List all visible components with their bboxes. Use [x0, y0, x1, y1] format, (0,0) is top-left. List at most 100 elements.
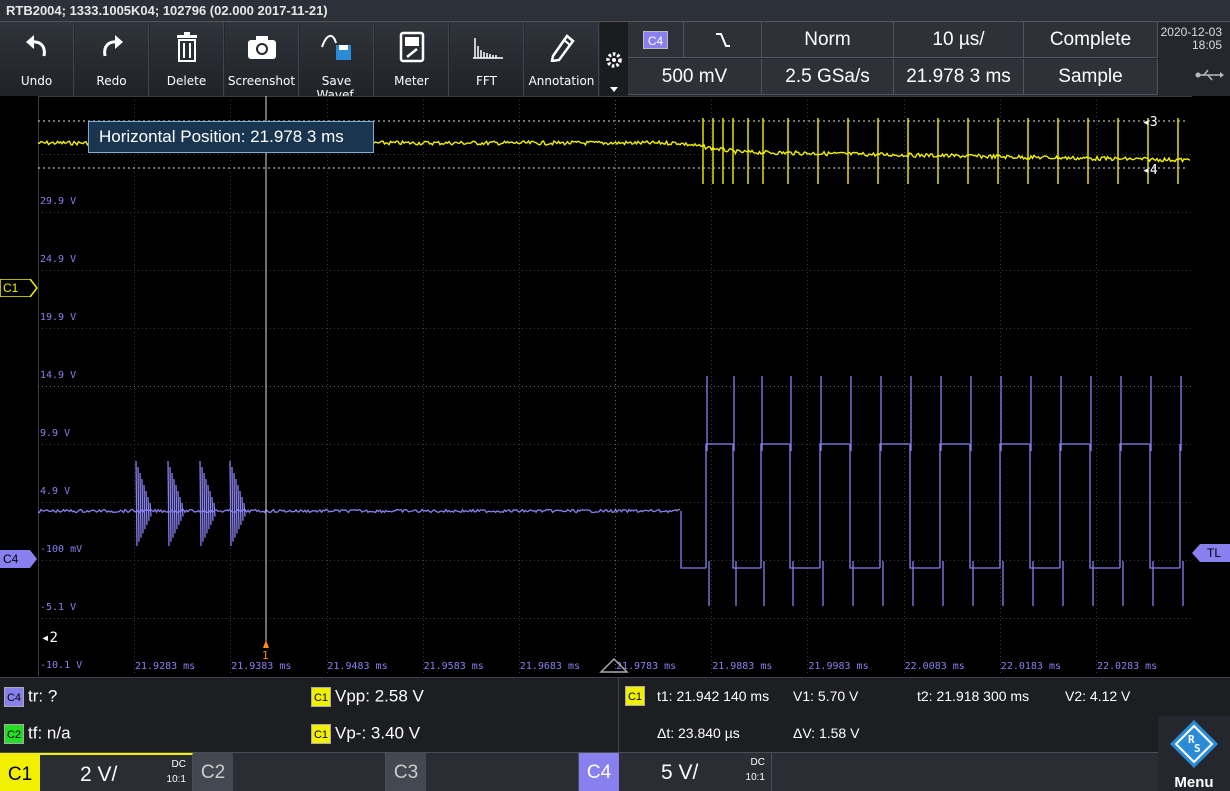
- redo-button[interactable]: Redo: [75, 22, 149, 96]
- svg-text:S: S: [1194, 742, 1201, 755]
- cursor1-label: 1: [262, 649, 269, 662]
- clock: 2020-12-03 18:05: [1158, 22, 1230, 96]
- m1-value: tr: ?: [28, 686, 58, 706]
- c4-coupling: DC: [750, 757, 765, 768]
- x-axis-label: 22.0083 ms: [905, 661, 965, 672]
- channel-c2-tab[interactable]: C2: [193, 753, 386, 791]
- cursor-v1: V1: 5.70 V: [793, 688, 859, 704]
- y-axis-label: 14.9 V: [40, 370, 76, 381]
- undo-label: Undo: [20, 74, 53, 88]
- y-axis-label: 4.9 V: [40, 486, 70, 497]
- x-axis-label: 21.9283 ms: [135, 661, 195, 672]
- measurement-vpminus[interactable]: C1 Vp-: 3.40 V: [311, 723, 420, 744]
- measurement-fall-time[interactable]: C2 tf: n/a: [4, 723, 71, 744]
- y-axis-label: 24.9 V: [40, 254, 76, 265]
- horizontal-position-tooltip: Horizontal Position: 21.978 3 ms: [88, 121, 374, 153]
- y-axis-label: 19.9 V: [40, 312, 76, 323]
- c1-coupling-block: DC 10:1: [167, 757, 186, 787]
- acquisition-mode[interactable]: Sample: [1024, 59, 1158, 95]
- save-waveform-button[interactable]: Save Wavef.: [300, 22, 374, 102]
- delete-label: Delete: [166, 74, 207, 88]
- c4-marker-label: C4: [3, 552, 19, 566]
- c4-name: C4: [579, 753, 619, 791]
- c3-name: C3: [386, 753, 426, 791]
- delete-button[interactable]: Delete: [150, 22, 224, 96]
- channel-c4-tab[interactable]: C4 5 V/ DC 10:1: [579, 753, 772, 791]
- cursor-delta-t: Δt: 23.840 µs: [657, 725, 740, 741]
- trigger-level[interactable]: 500 mV: [628, 59, 762, 95]
- trigger-slope[interactable]: [684, 22, 762, 58]
- waveform-display[interactable]: 29.9 V 24.9 V 19.9 V 14.9 V 9.9 V 4.9 V -100 m…: [37, 96, 1193, 677]
- m4-value: Vp-: 3.40 V: [335, 723, 421, 743]
- c1-probe: 10:1: [166, 774, 186, 785]
- meter-label: Meter: [394, 74, 429, 88]
- c1-marker-label: C1: [3, 281, 19, 295]
- annotation-label: Annotation: [528, 74, 595, 88]
- c4-scale: 5 V/: [661, 761, 699, 784]
- rohde-schwarz-logo: R S: [1170, 720, 1218, 768]
- c4-coupling-block: DC 10:1: [746, 755, 765, 785]
- y-axis-label: 9.9 V: [40, 428, 70, 439]
- acquisition-state[interactable]: Complete: [1024, 22, 1158, 58]
- cursor-t1: t1: 21.942 140 ms: [657, 688, 770, 704]
- trigger-source[interactable]: C4: [628, 22, 684, 58]
- y-axis-label: -10.1 V: [40, 660, 82, 671]
- cursor4-label: ◂4: [1142, 163, 1158, 178]
- trigger-mode[interactable]: Norm: [762, 22, 894, 58]
- trigger-source-badge: C4: [642, 30, 669, 49]
- camera-icon: [225, 30, 298, 64]
- c2-name: C2: [193, 753, 233, 791]
- measurement-rise-time[interactable]: C4 tr: ?: [4, 686, 57, 707]
- usb-icon: [1195, 69, 1224, 81]
- menu-button[interactable]: R S Menu: [1158, 716, 1230, 791]
- c1-offset-marker[interactable]: C1: [0, 279, 38, 297]
- channel-bar: C1 2 V/ DC 10:1 C2 C3 C4 5 V/ DC 10:1: [0, 752, 1230, 791]
- channel-c3-tab[interactable]: C3: [386, 753, 579, 791]
- y-axis-label: -100 mV: [40, 544, 82, 555]
- screenshot-button[interactable]: Screenshot: [225, 22, 299, 96]
- x-axis-label: 21.9383 ms: [231, 661, 291, 672]
- sample-rate[interactable]: 2.5 GSa/s: [762, 59, 894, 95]
- undo-icon: [0, 30, 73, 64]
- m2-value: tf: n/a: [28, 723, 71, 743]
- x-axis-label: 22.0283 ms: [1097, 661, 1157, 672]
- m4-channel-tag: C1: [311, 723, 331, 744]
- gear-icon: [606, 52, 622, 92]
- cursor2-label: ◂2: [41, 630, 58, 646]
- c4-offset-marker[interactable]: C4: [0, 550, 38, 568]
- x-axis-label: 21.9583 ms: [424, 661, 484, 672]
- fft-label: FFT: [476, 74, 497, 88]
- settings-button[interactable]: [600, 22, 628, 96]
- redo-icon: [75, 30, 148, 64]
- falling-edge-icon: [715, 32, 730, 47]
- time-scale[interactable]: 10 µs/: [894, 22, 1024, 58]
- fft-button[interactable]: FFT: [450, 22, 524, 96]
- cursor-t2: t2: 21.918 300 ms: [917, 688, 1030, 704]
- y-axis-label: 29.9 V: [40, 196, 76, 207]
- trigger-level-marker[interactable]: TL: [1192, 544, 1230, 562]
- save-waveform-icon: [300, 30, 373, 64]
- instrument-title: RTB2004; 1333.1005K04; 102796 (02.000 20…: [6, 3, 328, 18]
- m3-value: Vpp: 2.58 V: [335, 686, 424, 706]
- cursor-delta-v: ΔV: 1.58 V: [793, 725, 860, 741]
- cursor-measurement-panel[interactable]: C1 t1: 21.942 140 ms V1: 5.70 V t2: 21.9…: [618, 678, 1158, 753]
- pencil-icon: [525, 30, 598, 64]
- cursor-v2: V2: 4.12 V: [1065, 688, 1131, 704]
- meter-button[interactable]: Meter: [375, 22, 449, 96]
- channel-c1-tab[interactable]: C1 2 V/ DC 10:1: [0, 753, 193, 791]
- measurement-panel: C4 tr: ? C2 tf: n/a C1 Vpp: 2.58 V C1 Vp-: 3…: [0, 677, 1230, 753]
- m1-channel-tag: C4: [4, 686, 24, 707]
- c1-coupling: DC: [171, 759, 186, 770]
- horizontal-position[interactable]: 21.978 3 ms: [894, 59, 1024, 95]
- meter-icon: [375, 30, 448, 64]
- trash-icon: [150, 30, 223, 64]
- x-axis-label: 21.9483 ms: [327, 661, 387, 672]
- m2-channel-tag: C2: [4, 723, 24, 744]
- undo-button[interactable]: Undo: [0, 22, 74, 96]
- x-axis-label: 22.0183 ms: [1001, 661, 1061, 672]
- annotation-button[interactable]: Annotation: [525, 22, 599, 96]
- c1-scale: 2 V/: [80, 763, 118, 786]
- x-axis-label: 21.9983 ms: [808, 661, 868, 672]
- measurement-vpp[interactable]: C1 Vpp: 2.58 V: [311, 686, 424, 707]
- x-axis-label: 21.9883 ms: [712, 661, 772, 672]
